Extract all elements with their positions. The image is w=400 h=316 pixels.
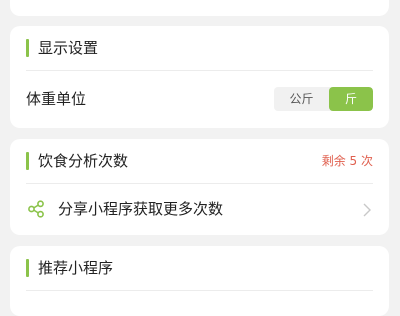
divider	[26, 70, 373, 71]
recommend-title: 推荐小程序	[38, 259, 114, 277]
divider	[26, 290, 373, 291]
share-icon	[27, 200, 45, 218]
diet-analysis-header: 饮食分析次数 剩余 5 次	[10, 139, 389, 183]
accent-bar	[26, 152, 29, 170]
remaining-count: 剩余 5 次	[321, 154, 373, 168]
weight-unit-toggle: 公斤 斤	[274, 87, 373, 111]
divider	[26, 183, 373, 184]
unit-option-jin[interactable]: 斤	[329, 87, 373, 111]
share-mini-program-row[interactable]: 分享小程序获取更多次数	[10, 189, 389, 229]
accent-bar	[26, 259, 29, 277]
unit-option-kg[interactable]: 公斤	[274, 87, 329, 111]
display-settings-header: 显示设置	[10, 26, 389, 70]
accent-bar	[26, 39, 29, 57]
display-settings-title: 显示设置	[38, 39, 99, 57]
previous-card	[10, 0, 389, 16]
chevron-right-icon	[363, 202, 371, 217]
recommend-header: 推荐小程序	[10, 246, 389, 290]
weight-unit-label: 体重单位	[26, 90, 87, 108]
share-label: 分享小程序获取更多次数	[58, 200, 224, 218]
diet-analysis-title: 饮食分析次数	[38, 152, 129, 170]
recommend-card: 推荐小程序	[10, 246, 389, 316]
display-settings-card: 显示设置 体重单位 公斤 斤	[10, 26, 389, 128]
diet-analysis-card: 饮食分析次数 剩余 5 次 分享小程序获取更多次数	[10, 139, 389, 235]
